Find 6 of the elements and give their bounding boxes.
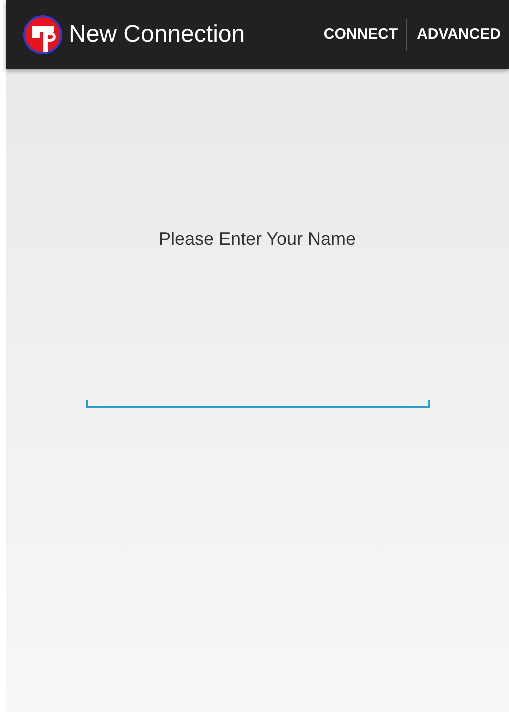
prompt-text: Please Enter Your Name bbox=[158, 229, 356, 250]
app-logo-icon bbox=[23, 14, 63, 54]
screen-title: New Connection bbox=[69, 20, 246, 48]
action-button[interactable]: ADVANCED bbox=[407, 16, 509, 53]
action-button[interactable]: CONNECT bbox=[314, 16, 406, 53]
name-input-field[interactable] bbox=[86, 400, 430, 408]
